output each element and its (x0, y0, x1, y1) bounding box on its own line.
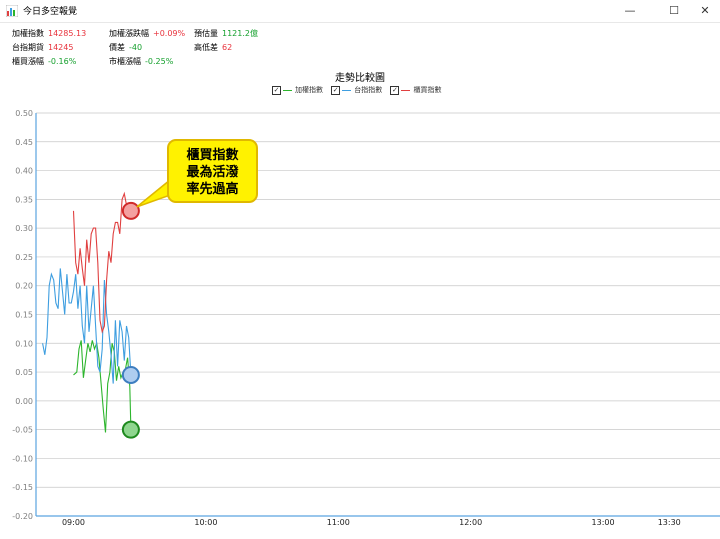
y-tick-label: 0.05 (15, 368, 33, 377)
series-line (72, 191, 132, 334)
y-tick-label: 0.30 (15, 224, 33, 233)
series-end-marker (121, 420, 140, 439)
callout-line: 率先過高 (186, 182, 239, 197)
series-end-marker (121, 365, 140, 384)
callout-line: 櫃買指數 (186, 148, 239, 163)
y-tick-label: 0.10 (15, 339, 33, 348)
x-tick-label: 12:00 (459, 518, 482, 527)
x-tick-label: 13:00 (592, 518, 615, 527)
callout-line: 最為活潑 (186, 165, 239, 180)
y-tick-label: 0.00 (15, 397, 33, 406)
y-tick-label: 0.40 (15, 167, 33, 176)
callout-bubble: 櫃買指數 最為活潑 率先過高 (167, 139, 258, 203)
y-tick-label: -0.15 (12, 483, 33, 492)
x-tick-label: 13:30 (658, 518, 681, 527)
y-tick-label: 0.20 (15, 282, 33, 291)
y-tick-label: -0.05 (12, 426, 33, 435)
x-tick-label: 09:00 (62, 518, 85, 527)
y-tick-label: 0.15 (15, 311, 33, 320)
y-tick-label: 0.35 (15, 195, 33, 204)
y-tick-label: 0.45 (15, 138, 33, 147)
chart-plot: 0.50 0.45 0.40 0.35 0.30 0.25 0.20 0.15 0.10 0.05… (12, 109, 720, 527)
y-tick-label: -0.10 (12, 454, 33, 463)
y-tick-label: -0.20 (12, 512, 33, 521)
y-tick-label: 0.25 (15, 253, 33, 262)
y-tick-label: 0.50 (15, 109, 33, 118)
x-tick-label: 11:00 (327, 518, 350, 527)
x-tick-label: 10:00 (194, 518, 217, 527)
series-end-marker (121, 201, 140, 220)
